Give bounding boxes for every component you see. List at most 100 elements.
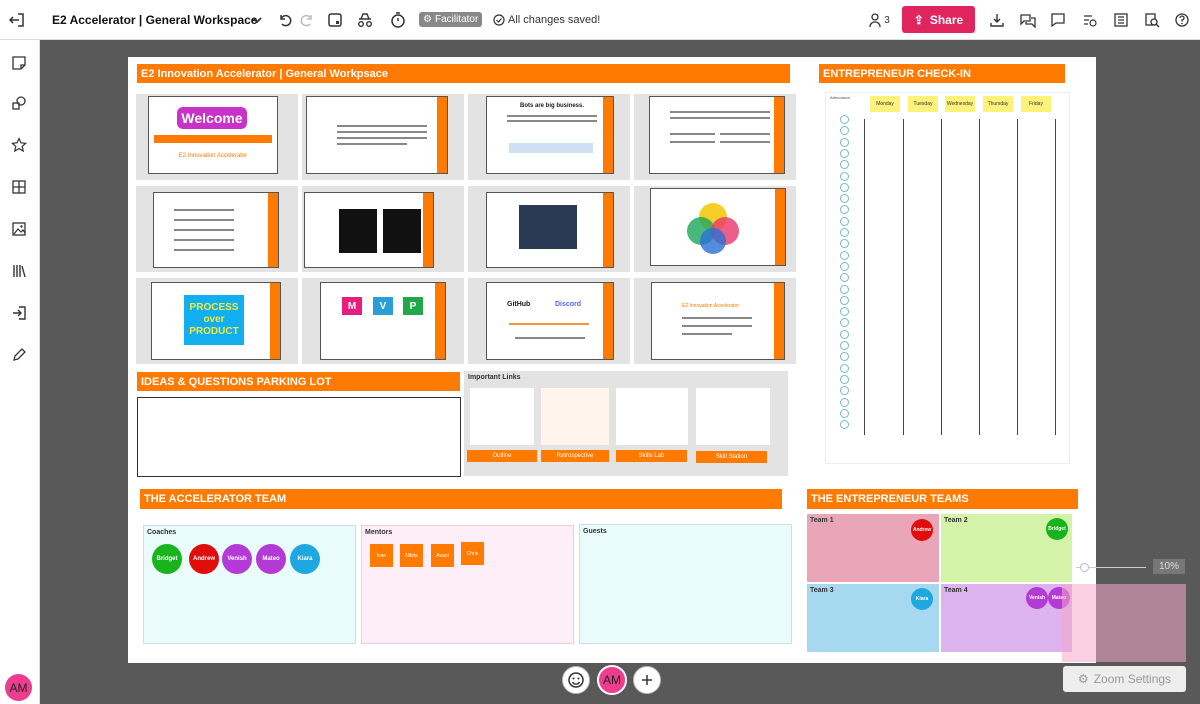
- team-4-panel[interactable]: Team 4 Venish Mateo: [941, 584, 1072, 652]
- parking-lot-area[interactable]: [137, 397, 461, 477]
- checkin-table[interactable]: Attendance Monday Tuesday Wednesday Thur…: [825, 92, 1070, 464]
- attendance-marker[interactable]: [840, 307, 849, 317]
- slide-mvp[interactable]: M V P: [320, 282, 446, 360]
- attendance-marker[interactable]: [840, 397, 849, 407]
- slide-frame-6[interactable]: [302, 186, 464, 272]
- search-icon[interactable]: [1141, 9, 1163, 31]
- share-button[interactable]: ⇪ Share: [902, 6, 975, 33]
- list-icon[interactable]: [1110, 9, 1132, 31]
- frame-icon[interactable]: [325, 10, 345, 30]
- attendance-marker[interactable]: [840, 261, 849, 271]
- attendance-marker[interactable]: [840, 363, 849, 373]
- slide-12[interactable]: E2 Innovation Accelerator: [651, 282, 785, 360]
- link-skills-lab-button[interactable]: Skills Lab: [616, 450, 687, 462]
- sticky-note-icon[interactable]: [8, 52, 30, 74]
- slide-frame-8[interactable]: [634, 186, 796, 272]
- incognito-icon[interactable]: [354, 10, 376, 30]
- link-thumbnail[interactable]: [470, 388, 534, 445]
- accelerator-team-title[interactable]: THE ACCELERATOR TEAM: [140, 489, 782, 509]
- attendance-marker[interactable]: [840, 341, 849, 350]
- attendance-marker[interactable]: [840, 318, 849, 328]
- link-skill-station-button[interactable]: Skill Station: [696, 451, 767, 463]
- important-links-panel[interactable]: Important Links Outline Retrospective Sk…: [464, 371, 788, 476]
- attendance-marker[interactable]: [840, 250, 849, 260]
- slide-frame-5[interactable]: [136, 186, 298, 272]
- attendance-marker[interactable]: [840, 408, 849, 418]
- attendance-marker[interactable]: [840, 137, 849, 147]
- slide-frame-12[interactable]: E2 Innovation Accelerator: [634, 278, 796, 364]
- team-1-panel[interactable]: Team 1 Andrew: [807, 514, 939, 582]
- link-outline-button[interactable]: Outline: [467, 450, 537, 462]
- slide-tools[interactable]: GitHub Discord: [486, 282, 614, 360]
- coach-avatar[interactable]: Mateo: [256, 544, 286, 574]
- attendance-marker[interactable]: [840, 194, 849, 204]
- attendance-marker[interactable]: [840, 374, 849, 384]
- slide-quotes[interactable]: [304, 192, 434, 268]
- import-icon[interactable]: [8, 302, 30, 324]
- attendance-marker[interactable]: [840, 284, 849, 294]
- slide-video[interactable]: [486, 192, 614, 268]
- grid-icon[interactable]: [8, 176, 30, 198]
- coaches-panel[interactable]: Coaches Bridget Andrew Venish Mateo Kiar…: [143, 525, 356, 644]
- undo-icon[interactable]: [275, 10, 295, 30]
- library-icon[interactable]: [8, 260, 30, 282]
- timer-icon[interactable]: [387, 9, 409, 31]
- attendance-marker[interactable]: [840, 386, 849, 396]
- slide-bots[interactable]: Bots are big business.: [486, 96, 614, 174]
- link-retrospective-button[interactable]: Retrospective: [541, 450, 609, 462]
- mentor-note[interactable]: Ivan: [370, 544, 393, 567]
- shapes-icon[interactable]: [8, 92, 30, 114]
- redo-icon[interactable]: [297, 10, 317, 30]
- slide-process[interactable]: PROCESS over PRODUCT: [151, 282, 281, 360]
- team-3-member[interactable]: Kiara: [911, 588, 933, 610]
- mentor-note[interactable]: Nikita: [400, 544, 423, 567]
- slide-frame-4[interactable]: [634, 94, 796, 180]
- chevron-down-icon[interactable]: [249, 12, 265, 28]
- team-1-member[interactable]: Andrew: [911, 519, 933, 541]
- attendance-marker[interactable]: [840, 160, 849, 170]
- attendance-marker[interactable]: [840, 182, 849, 192]
- main-title[interactable]: E2 Innovation Accelerator | General Work…: [137, 64, 790, 83]
- slide-frame-11[interactable]: GitHub Discord: [468, 278, 630, 364]
- team-4-member[interactable]: Venish: [1026, 587, 1048, 609]
- users-button[interactable]: 3: [866, 9, 892, 31]
- link-thumbnail[interactable]: [541, 388, 609, 445]
- checkin-title[interactable]: ENTREPRENEUR CHECK-IN: [819, 64, 1065, 83]
- slide-frame-9[interactable]: PROCESS over PRODUCT: [136, 278, 298, 364]
- link-thumbnail[interactable]: [696, 388, 770, 445]
- slide-frame-2[interactable]: [302, 94, 464, 180]
- attendance-marker[interactable]: [840, 295, 849, 305]
- coach-avatar[interactable]: Bridget: [152, 544, 182, 574]
- team-2-panel[interactable]: Team 2 Bridget: [941, 514, 1072, 582]
- help-icon[interactable]: [1171, 9, 1193, 31]
- image-icon[interactable]: [8, 218, 30, 240]
- exit-icon[interactable]: [6, 10, 28, 30]
- guests-panel[interactable]: Guests: [579, 524, 792, 644]
- attendance-marker[interactable]: [840, 216, 849, 226]
- chat-icon[interactable]: [1016, 9, 1038, 31]
- attendance-marker[interactable]: [840, 205, 849, 215]
- attendance-marker[interactable]: [840, 420, 849, 430]
- entrepreneur-teams-title[interactable]: THE ENTREPRENEUR TEAMS: [807, 489, 1078, 509]
- board-title[interactable]: E2 Accelerator | General Workspace: [52, 12, 257, 28]
- slide-frame-7[interactable]: [468, 186, 630, 272]
- pen-icon[interactable]: [8, 344, 30, 366]
- presence-avatar[interactable]: AM: [597, 665, 627, 695]
- attendance-marker[interactable]: [840, 273, 849, 283]
- mentor-note[interactable]: Chris: [461, 542, 484, 565]
- attendance-marker[interactable]: [840, 352, 849, 362]
- attendance-marker[interactable]: [840, 126, 849, 136]
- zoom-settings-button[interactable]: ⚙ Zoom Settings: [1063, 666, 1186, 692]
- coach-avatar[interactable]: Andrew: [189, 544, 219, 574]
- star-icon[interactable]: [8, 134, 30, 156]
- attendance-marker[interactable]: [840, 329, 849, 339]
- attendance-marker[interactable]: [840, 171, 849, 181]
- download-icon[interactable]: [986, 9, 1008, 31]
- attendance-marker[interactable]: [840, 148, 849, 158]
- team-2-member[interactable]: Bridget: [1046, 518, 1068, 540]
- slide-frame-3[interactable]: Bots are big business.: [468, 94, 630, 180]
- link-thumbnail[interactable]: [616, 388, 688, 445]
- add-user-button[interactable]: [633, 666, 661, 694]
- slide-4[interactable]: [649, 96, 785, 174]
- user-avatar[interactable]: AM: [5, 674, 32, 701]
